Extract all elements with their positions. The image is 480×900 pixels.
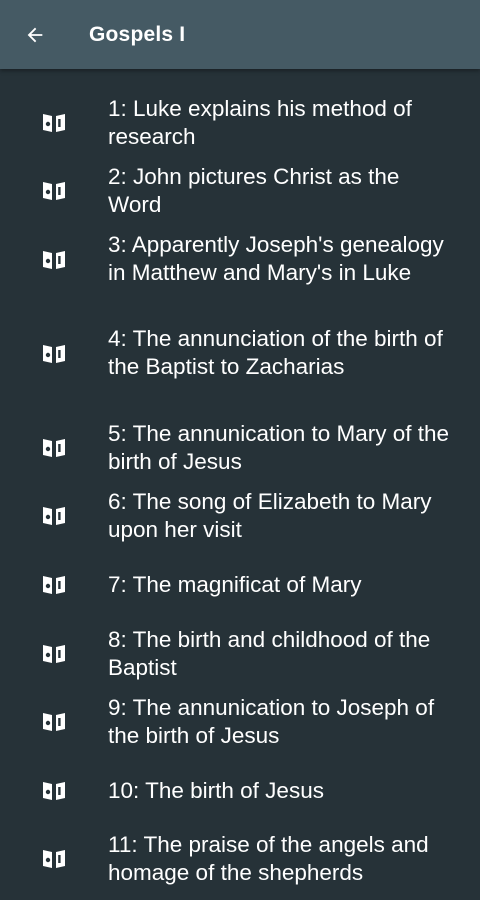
list-item[interactable]: 1: Luke explains his method of research bbox=[0, 95, 480, 155]
list-item[interactable]: 9: The annunication to Joseph of the bir… bbox=[0, 694, 480, 754]
list-item[interactable]: 8: The birth and childhood of the Baptis… bbox=[0, 626, 480, 686]
list-item[interactable]: 10: The birth of Jesus bbox=[0, 777, 480, 809]
list-item[interactable]: 6: The song of Elizabeth to Mary upon he… bbox=[0, 488, 480, 548]
book-reader-icon bbox=[41, 710, 67, 734]
app-bar: Gospels I bbox=[0, 0, 480, 69]
book-reader-icon bbox=[41, 573, 67, 597]
list-item[interactable]: 5: The annunication to Mary of the birth… bbox=[0, 420, 480, 480]
list-item-label: 9: The annunication to Joseph of the bir… bbox=[108, 695, 435, 748]
book-reader-icon bbox=[41, 847, 67, 871]
list-item-label: 2: John pictures Christ as the Word bbox=[108, 164, 400, 217]
list-item-label: 6: The song of Elizabeth to Mary upon he… bbox=[108, 489, 432, 542]
list-item-label: 1: Luke explains his method of research bbox=[108, 96, 412, 149]
arrow-back-icon bbox=[24, 24, 46, 46]
list-item-label: 3: Apparently Joseph's genealogy in Matt… bbox=[108, 232, 444, 285]
book-reader-icon bbox=[41, 436, 67, 460]
book-reader-icon bbox=[41, 779, 67, 803]
book-reader-icon bbox=[41, 111, 67, 135]
list-item[interactable]: 3: Apparently Joseph's genealogy in Matt… bbox=[0, 231, 480, 317]
list-item-label: 4: The annunciation of the birth of the … bbox=[108, 326, 443, 379]
book-reader-icon bbox=[41, 248, 67, 272]
list-item[interactable]: 7: The magnificat of Mary bbox=[0, 571, 480, 603]
book-reader-icon bbox=[41, 342, 67, 366]
list-item-label: 7: The magnificat of Mary bbox=[108, 572, 362, 597]
book-reader-icon bbox=[41, 642, 67, 666]
list-item[interactable]: 11: The praise of the angels and homage … bbox=[0, 831, 480, 891]
list-item[interactable]: 4: The annunciation of the birth of the … bbox=[0, 325, 480, 411]
list-item-label: 11: The praise of the angels and homage … bbox=[108, 832, 429, 885]
page-title: Gospels I bbox=[89, 22, 186, 46]
chapter-list: 1: Luke explains his method of research … bbox=[0, 69, 480, 900]
book-reader-icon bbox=[41, 504, 67, 528]
book-reader-icon bbox=[41, 179, 67, 203]
list-item-label: 8: The birth and childhood of the Baptis… bbox=[108, 627, 431, 680]
list-item-label: 5: The annunication to Mary of the birth… bbox=[108, 421, 450, 474]
back-button[interactable] bbox=[0, 0, 70, 69]
list-item-label: 10: The birth of Jesus bbox=[108, 778, 324, 803]
list-item[interactable]: 2: John pictures Christ as the Word bbox=[0, 163, 480, 223]
